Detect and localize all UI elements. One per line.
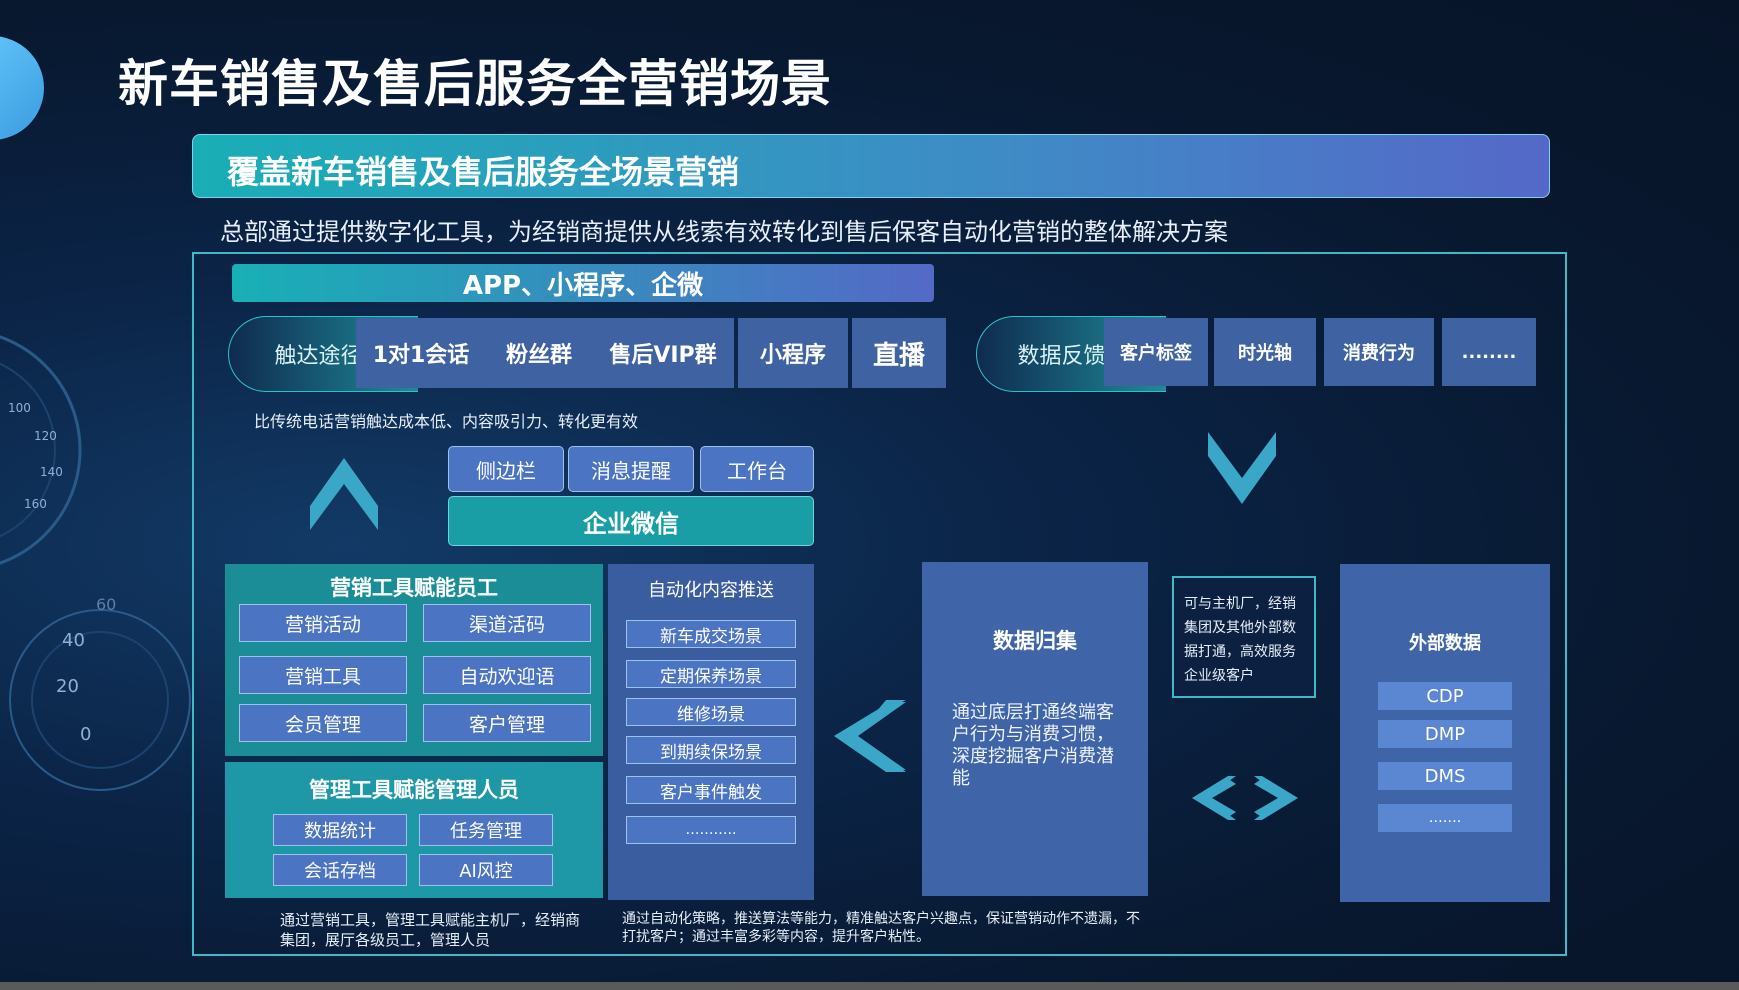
chevron-down-icon [1208,432,1276,504]
auto-push-panel: 自动化内容推送 新车成交场景 定期保养场景 维修场景 到期续保场景 客户事件触发… [608,564,814,900]
marketing-tools-panel: 营销工具赋能员工 营销活动 渠道活码 营销工具 自动欢迎语 会员管理 客户管理 [225,564,603,756]
gauge-tick: 20 [56,676,79,697]
push-item: 客户事件触发 [626,776,796,804]
channel-mini-program: 小程序 [738,318,848,388]
auto-push-title: 自动化内容推送 [648,580,774,601]
mgmt-item: 会话存档 [273,854,407,886]
push-item: 到期续保场景 [626,736,796,764]
gauge-tick: 40 [62,630,85,651]
corner-circle-decoration [0,36,44,140]
bottom-bar [0,982,1739,990]
channel-fan-group: 粉丝群 [486,318,592,388]
speedometer-decoration: 100 120 140 160 60 40 20 0 [0,335,191,791]
feedback-customer-tags: 客户标签 [1104,318,1208,386]
data-collect-desc: 通过底层打通终端客户行为与消费习惯，深度挖掘客户消费潜能 [952,702,1114,789]
mgmt-item: 任务管理 [419,814,553,846]
feedback-timeline: 时光轴 [1214,318,1316,386]
wecom-message-button: 消息提醒 [568,446,694,492]
wecom-title: 企业微信 [448,496,814,546]
wecom-sidebar-button: 侧边栏 [448,446,564,492]
management-tools-title: 管理工具赋能管理人员 [309,778,519,802]
push-item: 定期保养场景 [626,660,796,688]
push-item: 维修场景 [626,698,796,726]
tool-item: 客户管理 [423,704,591,742]
external-data-title: 外部数据 [1409,633,1481,654]
data-collect-title: 数据归集 [993,629,1077,653]
tool-item: 会员管理 [239,704,407,742]
external-data-panel: 外部数据 CDP DMP DMS ……. [1340,564,1550,902]
channel-live: 直播 [852,318,946,388]
marketing-tools-title: 营销工具赋能员工 [330,576,498,600]
tool-item: 渠道活码 [423,604,591,642]
external-item-dms: DMS [1378,762,1512,790]
touch-note: 比传统电话营销触达成本低、内容吸引力、转化更有效 [254,412,639,431]
chevron-left-icon [834,700,906,772]
data-collect-panel: 数据归集 通过底层打通终端客户行为与消费习惯，深度挖掘客户消费潜能 [922,562,1148,896]
tool-item: 自动欢迎语 [423,656,591,694]
banner-text: 覆盖新车销售及售后服务全场景营销 [227,153,740,191]
gauge-tick: 100 [8,401,31,415]
external-item-dmp: DMP [1378,720,1512,748]
auto-push-note: 通过自动化策略，推送算法等能力，精准触达客户兴趣点，保证营销动作不遗漏，不打扰客… [622,911,1140,945]
tools-note: 通过营销工具，管理工具赋能主机厂，经销商集团，展厅各级员工，管理人员 [280,911,581,949]
connect-note-box: 可与主机厂，经销集团及其他外部数据打通，高效服务企业级客户 [1172,576,1316,698]
tool-item: 营销工具 [239,656,407,694]
double-arrow-icon [1192,776,1298,820]
chevron-up-icon [310,458,378,530]
mgmt-item: AI风控 [419,854,553,886]
channel-vip-group: 售后VIP群 [592,318,734,388]
subtitle: 总部通过提供数字化工具，为经销商提供从线索有效转化到售后保客自动化营销的整体解决… [220,218,1228,246]
mgmt-item: 数据统计 [273,814,407,846]
gauge-tick: 0 [80,724,91,745]
feedback-more: ........ [1442,318,1536,386]
gauge-tick: 140 [40,465,63,479]
feedback-consumption: 消费行为 [1324,318,1434,386]
banner: 覆盖新车销售及售后服务全场景营销 [192,134,1550,198]
gauge-tick: 60 [96,595,116,614]
gauge-tick: 120 [34,429,57,443]
app-bar: APP、小程序、企微 [232,264,934,302]
connect-note: 可与主机厂，经销集团及其他外部数据打通，高效服务企业级客户 [1184,596,1296,684]
page-title: 新车销售及售后服务全营销场景 [118,55,832,113]
push-item: 新车成交场景 [626,620,796,648]
tool-item: 营销活动 [239,604,407,642]
push-item: ……….. [626,816,796,844]
external-item-more: ……. [1378,804,1512,832]
external-item-cdp: CDP [1378,682,1512,710]
gauge-tick: 160 [24,497,47,511]
channel-one-on-one: 1对1会话 [356,318,486,388]
management-tools-panel: 管理工具赋能管理人员 数据统计 任务管理 会话存档 AI风控 [225,762,603,898]
wecom-workbench-button: 工作台 [700,446,814,492]
